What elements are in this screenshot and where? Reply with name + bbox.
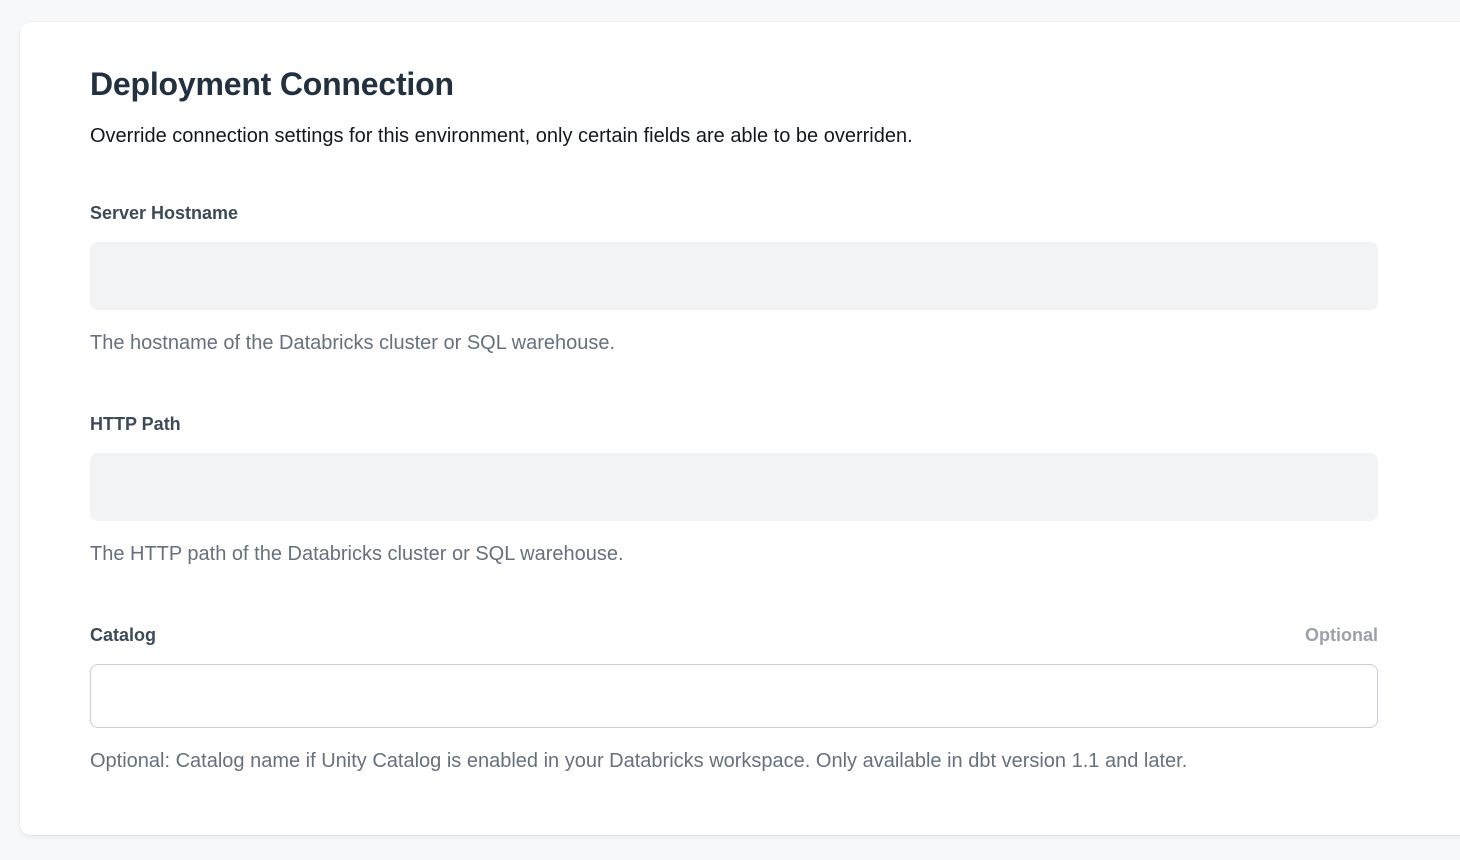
server-hostname-helper: The hostname of the Databricks cluster o… <box>90 330 1378 356</box>
catalog-optional-flag: Optional <box>1305 625 1378 646</box>
label-row: Server Hostname <box>90 203 1378 224</box>
field-group-server-hostname: Server Hostname The hostname of the Data… <box>90 203 1378 356</box>
http-path-helper: The HTTP path of the Databricks cluster … <box>90 541 1378 567</box>
page-subtitle: Override connection settings for this en… <box>90 123 1378 149</box>
server-hostname-input[interactable] <box>90 242 1378 310</box>
catalog-input[interactable] <box>90 664 1378 728</box>
label-row: Catalog Optional <box>90 625 1378 646</box>
label-row: HTTP Path <box>90 414 1378 435</box>
page-title: Deployment Connection <box>90 66 1378 103</box>
http-path-label: HTTP Path <box>90 414 181 435</box>
field-group-http-path: HTTP Path The HTTP path of the Databrick… <box>90 414 1378 567</box>
server-hostname-label: Server Hostname <box>90 203 238 224</box>
field-group-catalog: Catalog Optional Optional: Catalog name … <box>90 625 1378 774</box>
deployment-connection-card: Deployment Connection Override connectio… <box>20 22 1460 835</box>
catalog-helper: Optional: Catalog name if Unity Catalog … <box>90 748 1378 774</box>
catalog-label: Catalog <box>90 625 156 646</box>
http-path-input[interactable] <box>90 453 1378 521</box>
card-content: Deployment Connection Override connectio… <box>20 22 1378 774</box>
